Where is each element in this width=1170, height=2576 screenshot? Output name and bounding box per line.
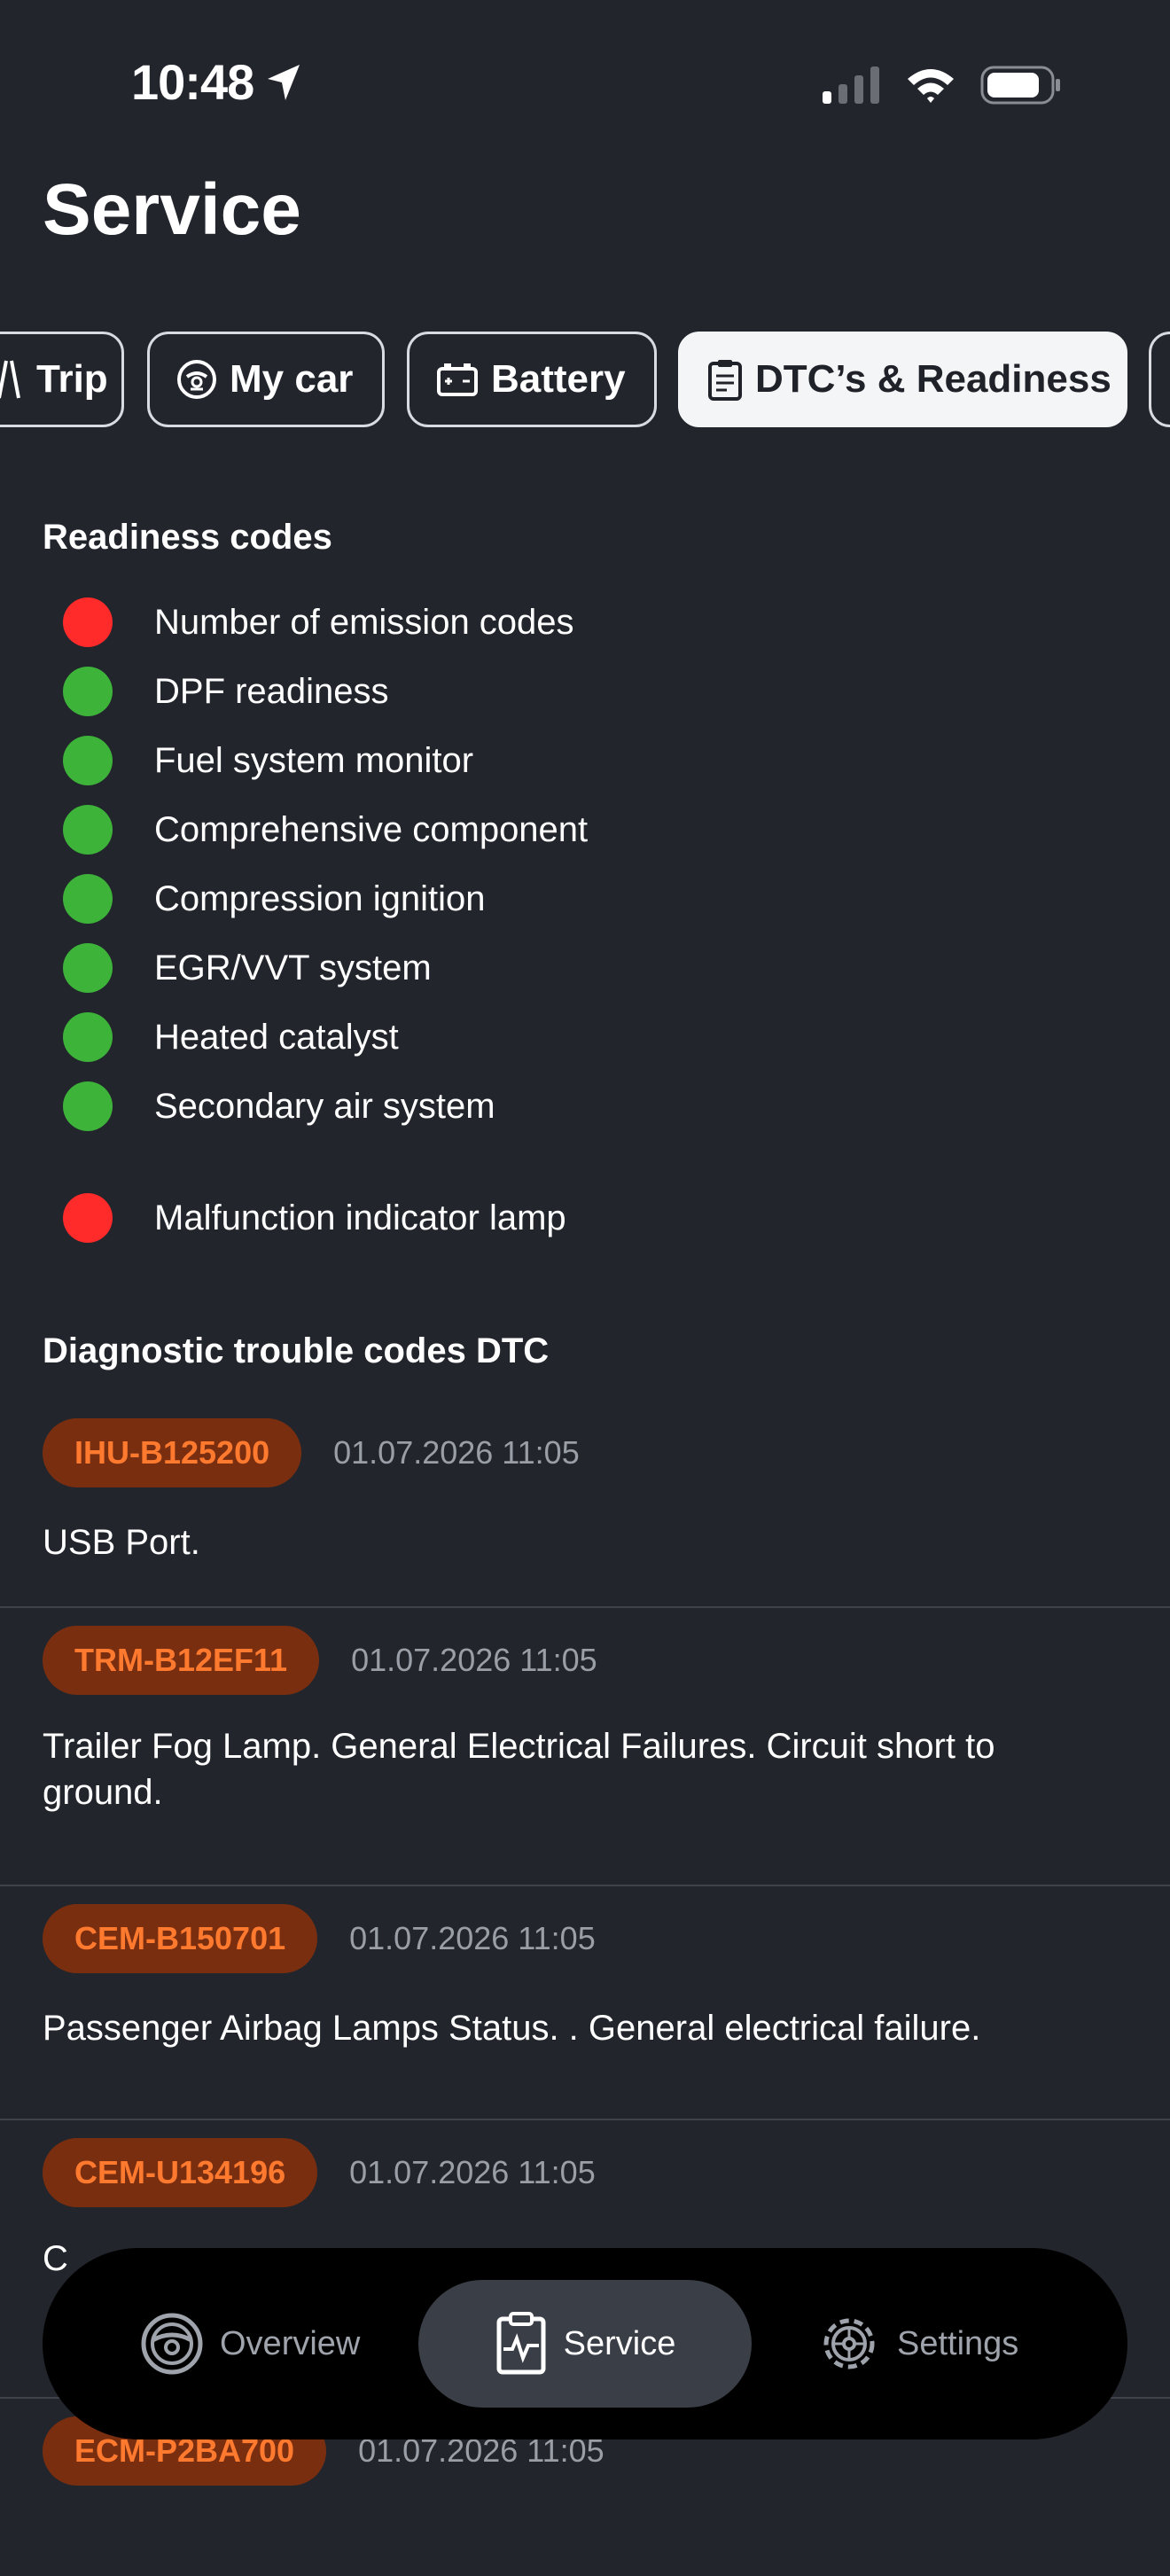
wifi-icon (908, 69, 954, 103)
readiness-item: Number of emission codes (0, 596, 1170, 649)
tab-next-partial[interactable] (1149, 332, 1170, 427)
status-dot-green (63, 874, 113, 924)
tab-service[interactable]: Service (418, 2280, 752, 2408)
status-dot-green (63, 805, 113, 855)
bottom-tab-bar: Overview Service Settings (43, 2248, 1127, 2439)
service-clipboard-icon (496, 2312, 546, 2375)
dtc-header: CEM-B150701 01.07.2026 11:05 (43, 1904, 596, 1973)
dtc-description: USB Port. (43, 1523, 200, 1562)
page-title: Service (43, 169, 301, 250)
status-time-text: 10:48 (131, 54, 254, 110)
status-dot-green (63, 943, 113, 993)
location-arrow-icon (268, 64, 300, 100)
tab-dtc-readiness[interactable]: DTC’s & Readiness (678, 332, 1127, 427)
dtc-timestamp: 01.07.2026 11:05 (349, 2154, 596, 2190)
dtc-item[interactable]: IHU-B125200 01.07.2026 11:05 USB Port. (0, 1401, 1170, 1608)
readiness-label: DPF readiness (154, 671, 389, 711)
readiness-label: Compression ignition (154, 878, 486, 918)
dtc-header: TRM-B12EF11 01.07.2026 11:05 (43, 1626, 597, 1695)
tab-overview[interactable]: Overview (140, 2280, 360, 2408)
readiness-label: EGR/VVT system (154, 948, 432, 987)
status-dot-red (63, 1193, 113, 1243)
readiness-label: Comprehensive component (154, 809, 589, 849)
dtc-timestamp: 01.07.2026 11:05 (349, 1920, 596, 1956)
tab-settings[interactable]: Settings (817, 2280, 1018, 2408)
tab-battery-label: Battery (491, 357, 626, 401)
readiness-label: Number of emission codes (154, 602, 574, 642)
dtc-item[interactable]: TRM-B12EF11 01.07.2026 11:05 Trailer Fog… (0, 1608, 1170, 1886)
readiness-item: EGR/VVT system (0, 941, 1170, 995)
clipboard-icon (708, 360, 742, 401)
readiness-section-title: Readiness codes (43, 518, 332, 557)
car-dashboard-icon (177, 360, 216, 399)
status-time: 10:48 (131, 53, 301, 111)
battery-status-icon (980, 66, 1060, 105)
tab-trip[interactable]: Trip (0, 332, 124, 427)
status-bar: 10:48 (0, 0, 1170, 168)
dtc-section-title: Diagnostic trouble codes DTC (43, 1331, 550, 1370)
battery-icon (437, 363, 478, 396)
dtc-header: IHU-B125200 01.07.2026 11:05 (43, 1418, 580, 1487)
dtc-timestamp: 01.07.2026 11:05 (351, 1642, 597, 1678)
tab-service-label: Service (563, 2324, 676, 2362)
dtc-item[interactable]: CEM-B150701 01.07.2026 11:05 Passenger A… (0, 1886, 1170, 2120)
readiness-item: Secondary air system (0, 1080, 1170, 1133)
category-tabs: Trip My car Battery DTC’s & Readiness (0, 332, 1170, 431)
tab-dtc-readiness-label: DTC’s & Readiness (755, 357, 1112, 401)
tab-my-car-label: My car (230, 357, 354, 401)
tab-battery[interactable]: Battery (407, 332, 657, 427)
readiness-item: DPF readiness (0, 665, 1170, 718)
status-dot-green (63, 667, 113, 716)
status-dot-green (63, 736, 113, 785)
readiness-label: Secondary air system (154, 1086, 495, 1126)
tab-trip-label: Trip (36, 357, 108, 401)
tab-overview-label: Overview (220, 2324, 361, 2362)
gear-icon (823, 2318, 875, 2369)
dtc-description: Trailer Fog Lamp. General Electrical Fai… (43, 1727, 995, 1812)
dtc-header: CEM-U134196 01.07.2026 11:05 (43, 2138, 596, 2207)
dtc-code-badge: IHU-B125200 (43, 1418, 302, 1487)
dtc-code-badge: CEM-B150701 (43, 1904, 318, 1973)
dtc-code-badge: TRM-B12EF11 (43, 1626, 320, 1695)
readiness-label: Heated catalyst (154, 1017, 399, 1057)
status-dot-green (63, 1081, 113, 1131)
status-dot-green (63, 1012, 113, 1062)
dtc-code-badge: CEM-U134196 (43, 2138, 318, 2207)
dtc-description: Passenger Airbag Lamps Status. . General… (43, 2009, 981, 2048)
steering-wheel-icon (141, 2313, 203, 2375)
status-icons (823, 66, 1062, 105)
readiness-item: Fuel system monitor (0, 734, 1170, 787)
tab-settings-label: Settings (897, 2324, 1019, 2362)
tab-my-car[interactable]: My car (147, 332, 385, 427)
readiness-item: Compression ignition (0, 872, 1170, 925)
readiness-item: Comprehensive component (0, 803, 1170, 856)
dtc-timestamp: 01.07.2026 11:05 (333, 1434, 580, 1471)
readiness-label: Fuel system monitor (154, 740, 474, 780)
readiness-item-mil: Malfunction indicator lamp (0, 1191, 1170, 1245)
trip-icon (0, 360, 20, 399)
readiness-item: Heated catalyst (0, 1011, 1170, 1064)
cellular-signal-icon (823, 66, 879, 104)
status-dot-red (63, 597, 113, 647)
readiness-label: Malfunction indicator lamp (154, 1198, 566, 1237)
